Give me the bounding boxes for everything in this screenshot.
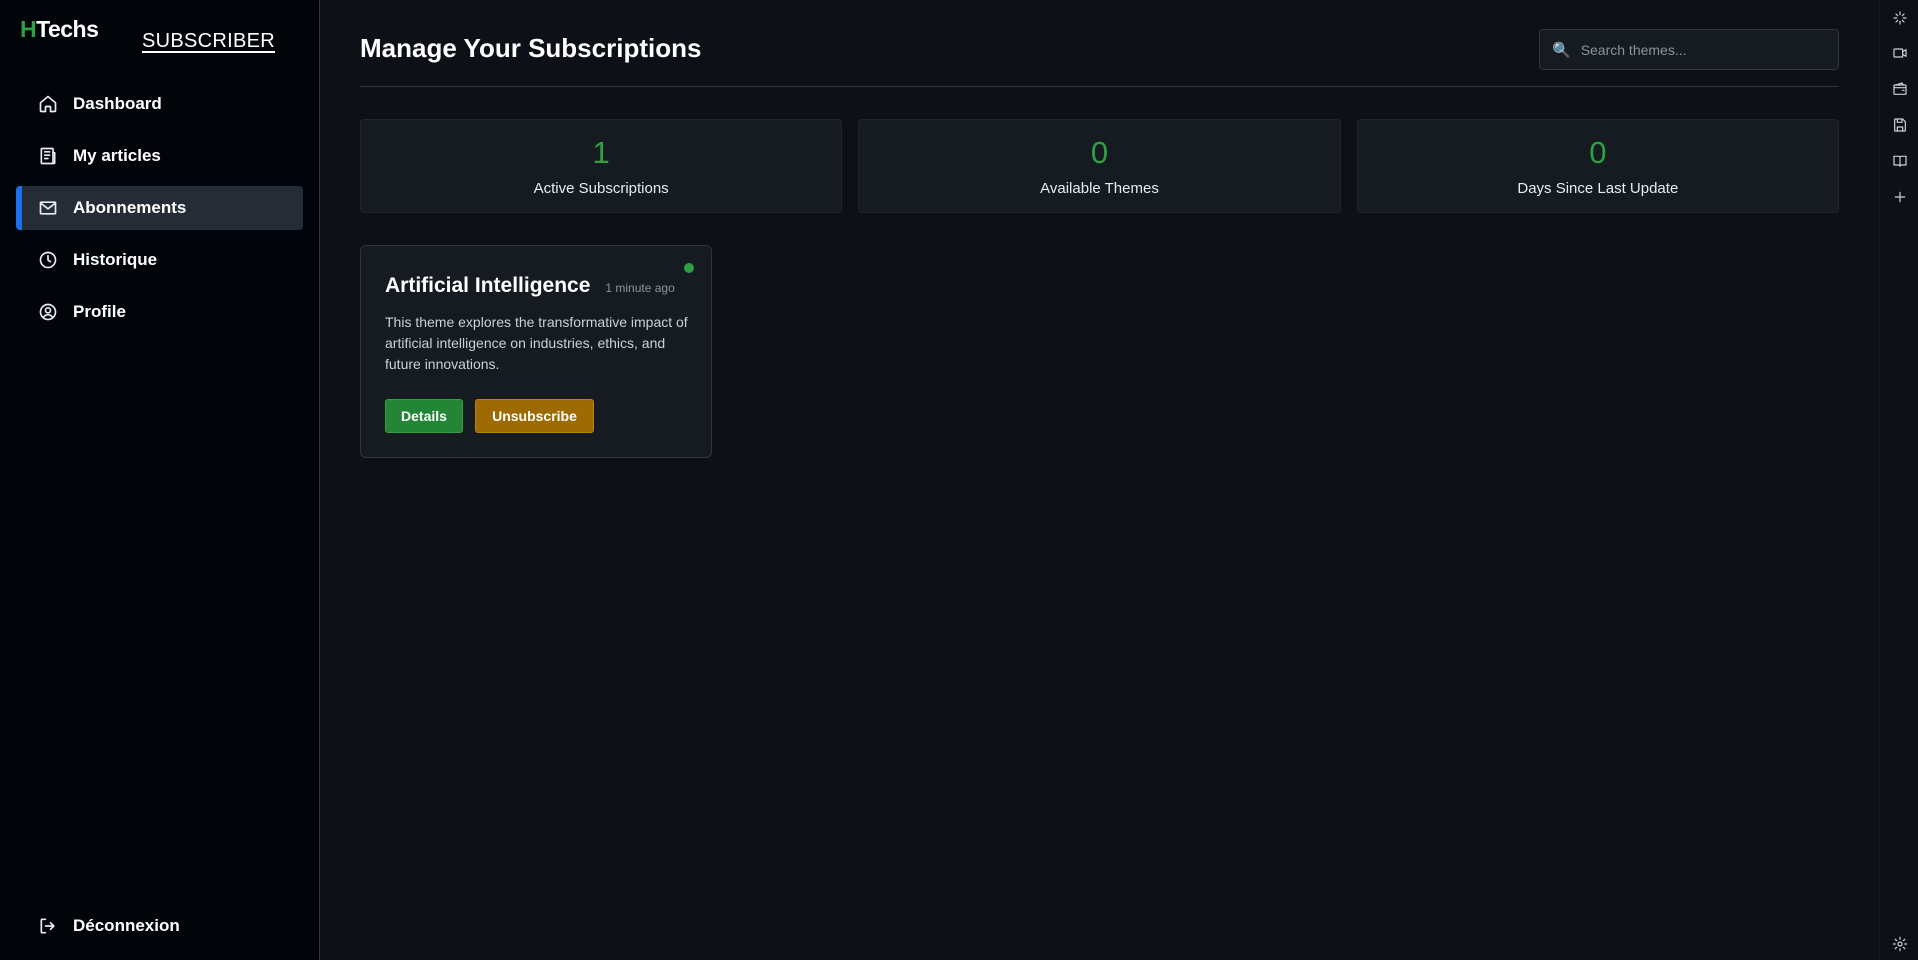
stat-label: Days Since Last Update	[1517, 180, 1679, 197]
mail-icon	[38, 198, 58, 218]
stat-label: Available Themes	[1040, 180, 1159, 197]
subscription-card: Artificial Intelligence 1 minute ago Thi…	[360, 245, 712, 458]
card-timestamp: 1 minute ago	[605, 281, 675, 295]
role-label: SUBSCRIBER	[142, 30, 276, 52]
sidebar-nav: Dashboard My articles Abonnements Histor…	[16, 82, 303, 342]
stats-row: 1 Active Subscriptions 0 Available Theme…	[360, 119, 1839, 213]
settings-icon[interactable]	[1891, 935, 1909, 953]
plus-icon[interactable]	[1891, 188, 1909, 206]
sidebar-item-my-articles[interactable]: My articles	[16, 134, 303, 178]
save-icon[interactable]	[1891, 116, 1909, 134]
status-dot	[684, 263, 694, 273]
logout-section: Déconnexion	[16, 904, 303, 956]
sidebar-item-historique[interactable]: Historique	[16, 238, 303, 282]
stat-value: 0	[1090, 135, 1109, 170]
stat-value: 0	[1589, 135, 1607, 170]
card-title: Artificial Intelligence	[385, 274, 591, 297]
sidebar-item-label: My articles	[73, 146, 161, 165]
stat-card-days-since-update: 0 Days Since Last Update	[1356, 119, 1839, 213]
stat-card-available-themes: 0 Available Themes	[858, 119, 1341, 213]
page-title: Manage Your Subscriptions	[360, 33, 702, 63]
stat-label: Active Subscriptions	[533, 180, 669, 197]
logout-label: Déconnexion	[73, 916, 180, 935]
card-header: Artificial Intelligence 1 minute ago	[385, 274, 687, 298]
header-divider	[360, 86, 1839, 87]
right-toolbar	[1879, 0, 1918, 960]
search-box[interactable]: 🔍	[1539, 29, 1839, 70]
clock-icon	[38, 250, 58, 270]
unsubscribe-button[interactable]: Unsubscribe	[475, 399, 594, 433]
sidebar-item-label: Profile	[73, 302, 126, 321]
card-actions: Details Unsubscribe	[385, 399, 687, 433]
sparkle-icon[interactable]	[1891, 9, 1909, 27]
stat-card-active-subscriptions: 1 Active Subscriptions	[360, 119, 843, 213]
sidebar: HTechs SUBSCRIBER Dashboard My articles …	[0, 0, 320, 960]
search-input[interactable]	[1580, 41, 1821, 58]
articles-icon	[38, 146, 58, 166]
sidebar-item-label: Abonnements	[73, 198, 187, 217]
user-circle-icon	[38, 302, 58, 322]
card-description: This theme explores the transformative i…	[385, 314, 688, 372]
sidebar-item-label: Dashboard	[73, 94, 162, 113]
logout-button[interactable]: Déconnexion	[16, 904, 303, 948]
search-icon: 🔍	[1552, 41, 1571, 59]
wallet-icon[interactable]	[1891, 80, 1909, 98]
details-button[interactable]: Details	[385, 399, 463, 433]
home-icon	[38, 94, 58, 114]
stat-value: 1	[592, 135, 610, 170]
sidebar-item-abonnements[interactable]: Abonnements	[16, 186, 303, 230]
logout-icon	[38, 916, 58, 936]
logo[interactable]: HTechs	[20, 16, 99, 43]
video-icon[interactable]	[1891, 44, 1909, 62]
book-icon[interactable]	[1891, 152, 1909, 170]
sidebar-item-dashboard[interactable]: Dashboard	[16, 82, 303, 126]
sidebar-item-profile[interactable]: Profile	[16, 290, 303, 334]
sidebar-item-label: Historique	[73, 250, 158, 269]
